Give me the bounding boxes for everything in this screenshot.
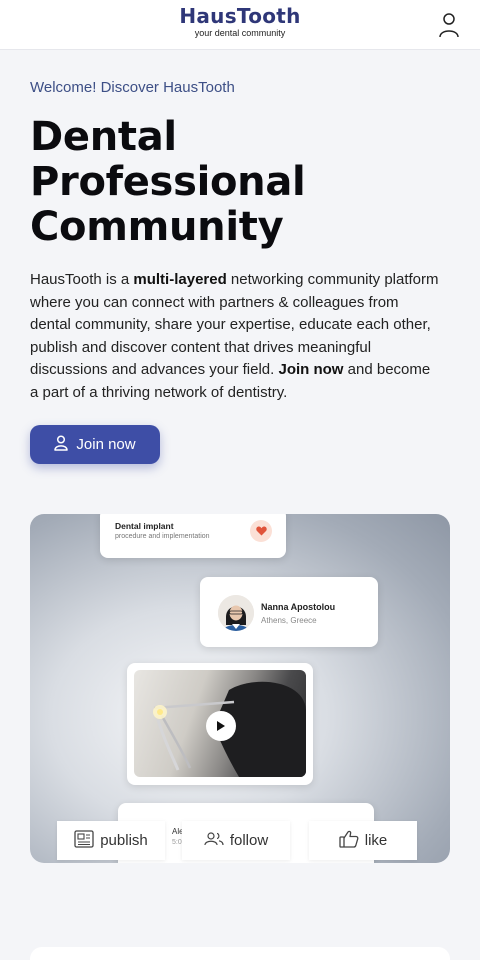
welcome-text: Welcome! Discover HausTooth xyxy=(30,79,235,96)
desc-bold: multi-layered xyxy=(133,271,227,288)
join-now-button[interactable]: Join now xyxy=(30,425,160,464)
follow-label: follow xyxy=(229,832,269,849)
description: HausTooth is a multi-layered networking … xyxy=(30,269,440,405)
follow-button[interactable]: follow xyxy=(182,821,290,860)
thumbs-up-icon xyxy=(339,830,359,852)
publish-label: publish xyxy=(100,832,148,849)
video-thumbnail xyxy=(134,670,306,777)
user-icon[interactable] xyxy=(438,12,460,38)
publish-button[interactable]: publish xyxy=(57,821,165,860)
logo-tagline: your dental community xyxy=(194,28,286,38)
play-button[interactable] xyxy=(206,711,236,741)
logo[interactable]: HausTooth your dental community xyxy=(0,4,480,39)
implant-card: Dental implant procedure and implementat… xyxy=(100,514,286,558)
desc-text: HausTooth is a xyxy=(30,271,134,288)
desc-bold: Join now xyxy=(278,361,344,379)
page-title: Dental Professional Community xyxy=(30,115,450,250)
implant-title: Dental implant xyxy=(115,521,174,531)
implant-subtitle: procedure and implementation xyxy=(115,533,210,540)
profile-location: Athens, Greece xyxy=(261,616,317,625)
post-subtitle: 5:0 xyxy=(172,839,182,846)
newspaper-icon xyxy=(74,829,94,852)
like-button[interactable]: like xyxy=(309,821,417,860)
profile-name: Nanna Apostolou xyxy=(261,602,336,612)
like-label: like xyxy=(364,832,388,849)
heart-icon xyxy=(250,520,272,542)
feature-showcase: Dental implant procedure and implementat… xyxy=(30,514,450,863)
title-line: Dental xyxy=(30,114,177,160)
top-bar: HausTooth your dental community xyxy=(0,0,480,50)
title-line: Professional xyxy=(30,159,306,205)
video-card xyxy=(127,663,313,785)
user-icon xyxy=(54,434,69,455)
join-now-label: Join now xyxy=(76,436,136,453)
profile-card: Nanna Apostolou Athens, Greece xyxy=(200,577,378,647)
next-section-card xyxy=(30,947,450,960)
title-line: Community xyxy=(30,204,284,250)
logo-name: HausTooth xyxy=(179,4,301,28)
users-icon xyxy=(204,831,224,850)
avatar xyxy=(218,595,254,631)
